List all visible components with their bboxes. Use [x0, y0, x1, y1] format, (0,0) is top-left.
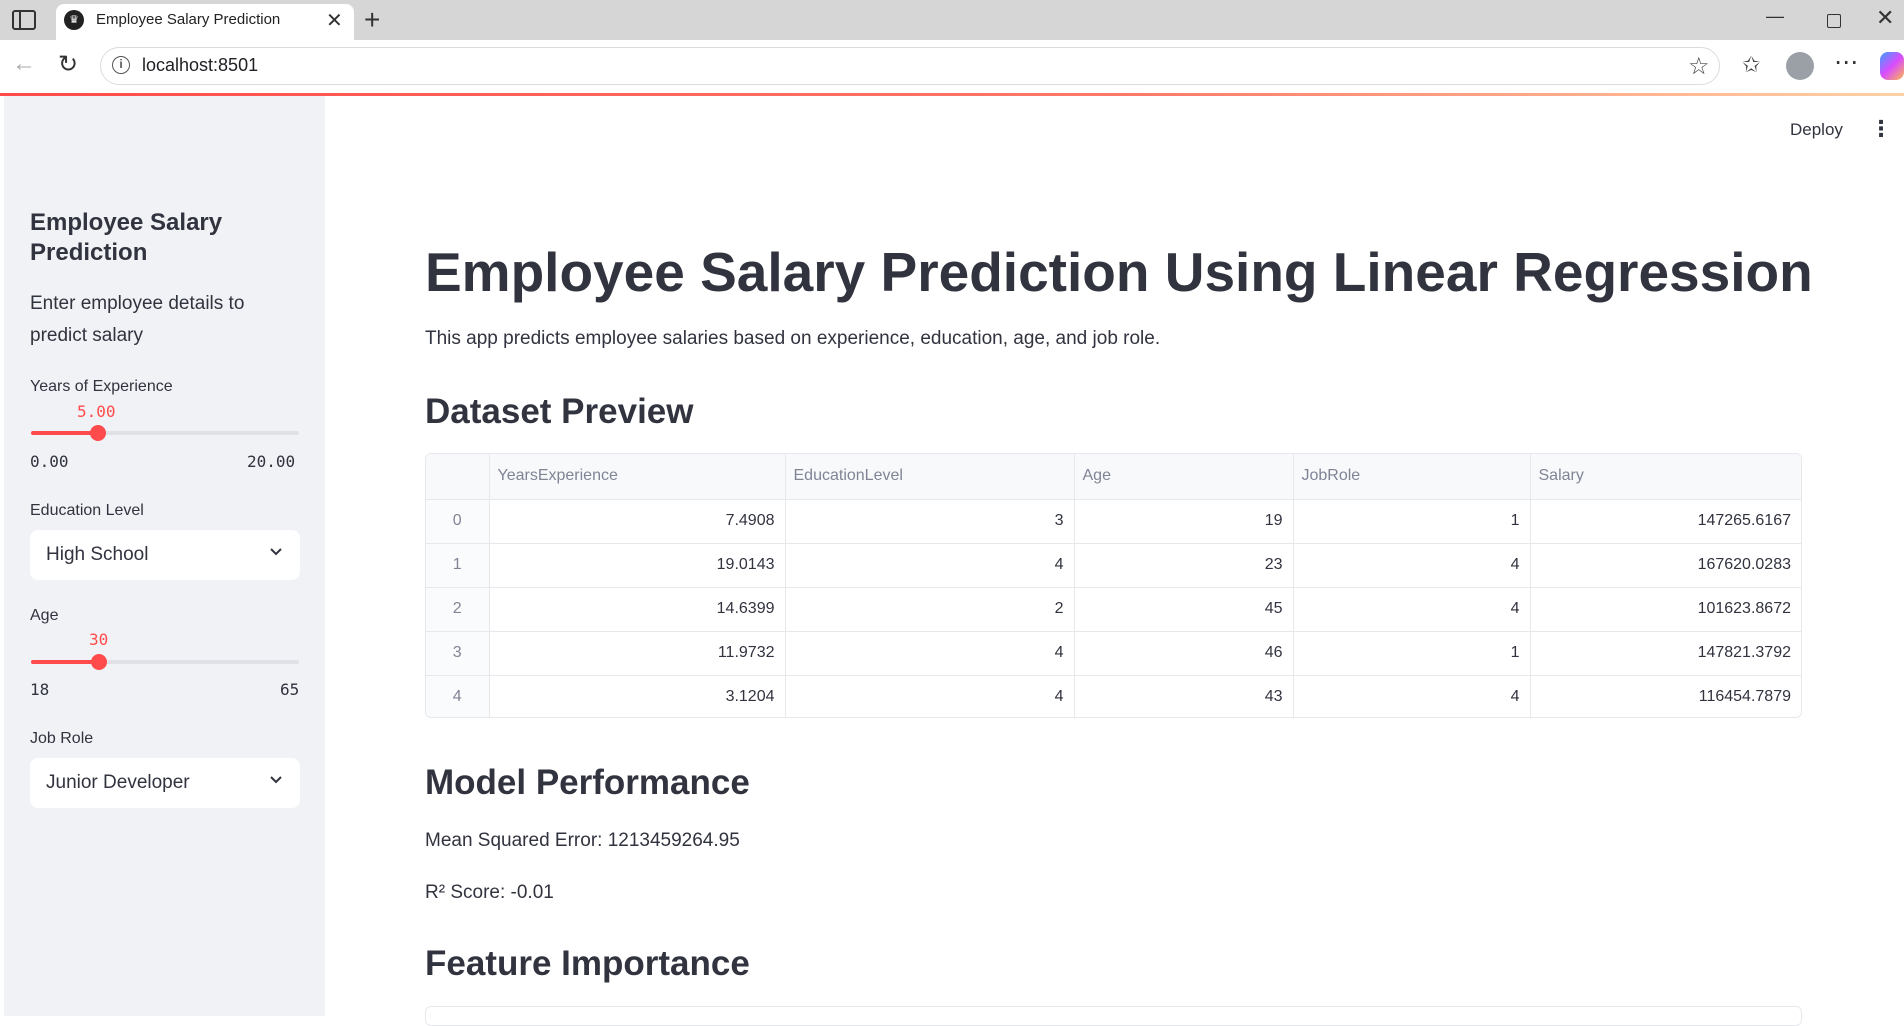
sidebar-description: Enter employee details to predict salary — [30, 293, 245, 346]
deploy-button[interactable]: Deploy — [1790, 120, 1843, 140]
table-cell[interactable]: 2 — [785, 587, 1075, 632]
table-cell[interactable]: 3.1204 — [489, 675, 786, 717]
url-text[interactable]: localhost:8501 — [142, 55, 258, 76]
window-close-icon[interactable]: ✕ — [1876, 5, 1894, 31]
table-cell[interactable]: 4 — [785, 675, 1075, 717]
table-cell[interactable]: 1 — [1293, 499, 1531, 544]
page-title: Employee Salary Prediction Using Linear … — [425, 241, 1813, 303]
experience-value: 5.00 — [77, 402, 116, 421]
sidebar-title: Employee Salary Prediction — [30, 209, 223, 266]
table-header[interactable]: Salary — [1530, 454, 1801, 500]
feature-heading: Feature Importance — [425, 944, 750, 983]
age-slider[interactable] — [31, 654, 299, 670]
age-value: 30 — [89, 630, 109, 649]
experience-slider-thumb[interactable] — [90, 425, 106, 441]
table-cell[interactable]: 147265.6167 — [1530, 499, 1801, 544]
address-bar-row: ← ↻ i localhost:8501 ☆ ✩ ⋯ — [0, 40, 1904, 94]
streamlit-favicon-icon: ♛ — [64, 10, 84, 30]
experience-slider[interactable] — [31, 425, 299, 441]
tab-title: Employee Salary Prediction — [96, 11, 281, 28]
favorite-star-icon[interactable]: ☆ — [1688, 52, 1710, 81]
table-cell[interactable]: 7.4908 — [489, 499, 786, 544]
job-role-selected: Junior Developer — [46, 772, 190, 793]
reload-icon[interactable]: ↻ — [58, 50, 78, 79]
table-cell[interactable]: 4 — [1293, 675, 1531, 717]
copilot-icon[interactable] — [1880, 52, 1904, 80]
page-description: This app predicts employee salaries base… — [425, 328, 1161, 349]
table-row: 1 19.0143 4 23 4 167620.0283 — [426, 543, 1801, 588]
table-cell[interactable]: 19.0143 — [489, 543, 786, 588]
job-role-label: Job Role — [30, 730, 94, 747]
table-cell[interactable]: 4 — [785, 631, 1075, 676]
table-cell[interactable]: 11.9732 — [489, 631, 786, 676]
site-info-icon[interactable]: i — [112, 56, 130, 74]
table-cell[interactable]: 46 — [1074, 631, 1294, 676]
chevron-down-icon — [270, 776, 282, 784]
browser-tab-bar: ♛ Employee Salary Prediction ✕ + — ✕ — [0, 0, 1904, 40]
table-cell[interactable]: 4 — [1293, 587, 1531, 632]
more-options-icon[interactable]: ⋯ — [1834, 48, 1858, 77]
favorites-icon[interactable]: ✩ — [1742, 52, 1760, 78]
table-cell[interactable]: 116454.7879 — [1530, 675, 1801, 717]
main-menu-icon[interactable]: ⋮ — [1870, 116, 1892, 142]
table-cell[interactable]: 4 — [426, 675, 490, 717]
job-role-select[interactable]: Junior Developer — [30, 758, 300, 808]
table-cell[interactable]: 167620.0283 — [1530, 543, 1801, 588]
education-selected: High School — [46, 544, 149, 565]
dataset-table[interactable]: YearsExperience EducationLevel Age JobRo… — [425, 453, 1802, 718]
table-cell[interactable]: 147821.3792 — [1530, 631, 1801, 676]
r2-text: R² Score: -0.01 — [425, 882, 554, 903]
table-row: 4 3.1204 4 43 4 116454.7879 — [426, 675, 1801, 717]
table-header[interactable]: Age — [1074, 454, 1294, 500]
table-cell[interactable]: 14.6399 — [489, 587, 786, 632]
table-header[interactable]: JobRole — [1293, 454, 1531, 500]
table-cell[interactable]: 19 — [1074, 499, 1294, 544]
new-tab-icon[interactable]: + — [364, 4, 380, 36]
table-cell[interactable]: 0 — [426, 499, 490, 544]
experience-slider-fill — [31, 431, 98, 435]
table-cell[interactable]: 23 — [1074, 543, 1294, 588]
table-row: 0 7.4908 3 19 1 147265.6167 — [426, 499, 1801, 544]
performance-heading: Model Performance — [425, 763, 750, 802]
table-cell[interactable]: 101623.8672 — [1530, 587, 1801, 632]
age-max: 65 — [280, 680, 300, 699]
age-slider-fill — [31, 660, 100, 664]
table-cell[interactable]: 4 — [1293, 543, 1531, 588]
table-row: 2 14.6399 2 45 4 101623.8672 — [426, 587, 1801, 632]
table-cell[interactable]: 45 — [1074, 587, 1294, 632]
feature-table[interactable] — [425, 1006, 1802, 1026]
experience-label: Years of Experience — [30, 378, 173, 395]
age-label: Age — [30, 607, 59, 624]
table-cell[interactable]: 4 — [785, 543, 1075, 588]
experience-min: 0.00 — [30, 452, 69, 471]
maximize-icon[interactable] — [1827, 14, 1841, 28]
table-cell[interactable]: 2 — [426, 587, 490, 632]
table-cell[interactable]: 1 — [426, 543, 490, 588]
sidebar-toggle-icon[interactable] — [12, 10, 36, 30]
back-icon[interactable]: ← — [12, 50, 36, 78]
age-min: 18 — [30, 680, 50, 699]
profile-avatar-icon[interactable] — [1786, 52, 1814, 80]
minimize-icon[interactable]: — — [1766, 6, 1784, 27]
table-header — [426, 454, 490, 500]
url-input[interactable] — [100, 47, 1720, 85]
chevron-down-icon — [270, 548, 282, 556]
table-cell[interactable]: 3 — [785, 499, 1075, 544]
table-cell[interactable]: 43 — [1074, 675, 1294, 717]
experience-max: 20.00 — [247, 452, 296, 471]
education-select[interactable]: High School — [30, 530, 300, 580]
close-tab-icon[interactable]: ✕ — [326, 8, 343, 33]
table-header[interactable]: EducationLevel — [785, 454, 1075, 500]
dataset-heading: Dataset Preview — [425, 392, 694, 431]
table-header[interactable]: YearsExperience — [489, 454, 786, 500]
table-cell[interactable]: 3 — [426, 631, 490, 676]
mse-text: Mean Squared Error: 1213459264.95 — [425, 830, 740, 851]
table-cell[interactable]: 1 — [1293, 631, 1531, 676]
table-row: 3 11.9732 4 46 1 147821.3792 — [426, 631, 1801, 676]
education-label: Education Level — [30, 502, 144, 519]
